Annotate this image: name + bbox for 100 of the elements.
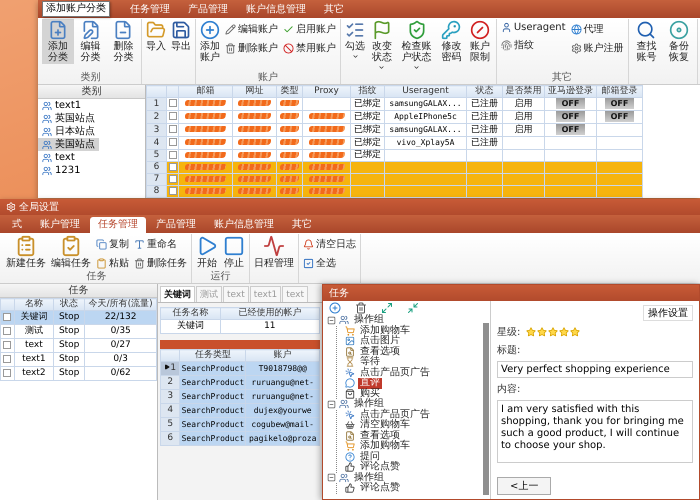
ribbon-button[interactable]: 修改密码 (437, 19, 466, 64)
tab[interactable]: 产品管理 (180, 2, 236, 18)
ribbon-button[interactable]: 禁用账户 (281, 40, 338, 56)
tree-item[interactable]: 添加购物车 (358, 326, 412, 336)
checkbox[interactable] (168, 125, 176, 134)
title-field[interactable]: Very perfect shopping experience (497, 361, 693, 378)
ribbon-button[interactable]: 启用账户 (281, 21, 338, 37)
ribbon-button[interactable]: 账户限制 (466, 19, 494, 64)
ribbon-button[interactable]: 导出 (169, 19, 194, 53)
category-item[interactable]: text1 (38, 99, 86, 112)
tree-item[interactable]: 查看选项 (358, 346, 402, 357)
tab[interactable]: 账户管理 (32, 217, 88, 233)
ribbon-button[interactable]: 代理 (568, 21, 626, 37)
toggle-switch[interactable]: OFF (556, 124, 586, 135)
tree-item[interactable]: 购买 (358, 388, 382, 399)
tree-item[interactable]: 操作组 (352, 315, 386, 326)
tree-item[interactable]: 评论点赞 (358, 462, 402, 472)
collapse-box-icon[interactable] (327, 316, 336, 325)
ribbon-button[interactable]: 停止 (221, 234, 247, 270)
collapse-box-icon[interactable] (327, 400, 336, 409)
ribbon-button[interactable]: 删除分类 (107, 19, 140, 64)
gear-icon (6, 202, 16, 212)
gear-icon (570, 42, 582, 54)
content-field[interactable]: I am very satisfied with this shopping, thank you for bringing me such a good product, I will continue to choose your shop. (497, 400, 693, 463)
checkbox[interactable] (168, 174, 176, 183)
previous-button[interactable]: <上一 (497, 477, 552, 495)
tab[interactable]: 账户信息管理 (238, 2, 314, 18)
checkbox[interactable] (168, 162, 176, 171)
category-item[interactable]: text (38, 151, 79, 164)
ribbon-button[interactable]: 添加分类 (42, 19, 74, 64)
checkbox[interactable] (3, 368, 12, 377)
ribbon-button[interactable]: 粘贴 (94, 255, 131, 271)
window-title: 全局设置 (19, 200, 59, 214)
checkbox[interactable] (3, 312, 12, 321)
tree-item[interactable]: 操作组 (352, 472, 386, 483)
ribbon-button[interactable]: 删除任务 (132, 255, 189, 271)
tree-item[interactable]: 点击图片 (358, 336, 402, 346)
ribbon-button[interactable]: 导入 (144, 19, 168, 53)
ribbon-button[interactable]: 编辑任务 (49, 234, 93, 270)
checkbox[interactable] (3, 326, 12, 335)
ribbon-button[interactable]: 删除账户 (223, 40, 280, 56)
checkbox[interactable] (3, 354, 12, 363)
collapse-icon[interactable] (407, 302, 419, 314)
category-item[interactable]: 美国站点 (38, 138, 99, 151)
users-icon (42, 100, 52, 110)
ribbon-button[interactable]: 勾选 (343, 19, 368, 61)
toggle-switch[interactable]: OFF (604, 98, 634, 109)
tree-item[interactable]: 评论点赞 (358, 483, 402, 494)
ribbon-button[interactable]: 检查账户状态 (396, 19, 436, 72)
checkbox[interactable] (168, 186, 176, 195)
tree-item[interactable]: 提问 (358, 452, 382, 462)
ribbon-button[interactable]: 新建任务 (4, 234, 48, 270)
group-label: 类别 (80, 72, 102, 84)
ribbon-button[interactable]: 账户注册 (568, 40, 626, 56)
tree-item[interactable]: 清空购物车 (358, 420, 412, 430)
category-item[interactable]: 1231 (38, 164, 84, 177)
ribbon-button[interactable]: 日程管理 (252, 234, 296, 270)
checkbox[interactable] (3, 340, 12, 349)
trash-icon[interactable] (355, 302, 367, 314)
ribbon-button[interactable]: 改变状态 (368, 19, 396, 72)
tab[interactable]: 其它 (316, 2, 352, 18)
tab[interactable]: 任务管理 (122, 2, 178, 18)
category-item[interactable]: 日本站点 (38, 125, 99, 138)
ribbon-button[interactable]: 编辑分类 (74, 19, 106, 64)
toggle-switch[interactable]: OFF (604, 111, 634, 122)
ribbon-button[interactable]: 开始 (194, 234, 220, 270)
ribbon-button[interactable]: 指纹 (498, 37, 568, 53)
tree-item[interactable]: 操作组 (352, 399, 386, 410)
collapse-box-icon[interactable] (327, 473, 336, 482)
checkbox[interactable] (168, 99, 176, 108)
expand-icon[interactable] (381, 302, 393, 314)
tab[interactable]: 式 (4, 217, 30, 233)
toggle-switch[interactable]: OFF (556, 98, 586, 109)
ribbon-button[interactable]: 编辑账户 (223, 21, 280, 37)
redaction-mark (308, 176, 344, 182)
tree-item[interactable]: 查看选项 (358, 430, 402, 441)
ribbon-button[interactable]: 清空日志 (301, 236, 358, 252)
tab[interactable]: 账户信息管理 (206, 217, 282, 233)
add-icon[interactable] (329, 302, 341, 314)
tab[interactable]: 产品管理 (148, 217, 204, 233)
ribbon-button[interactable]: 全选 (301, 255, 358, 271)
ribbon-button[interactable]: 复制 (94, 236, 131, 252)
tab[interactable]: 关键词 (160, 286, 195, 302)
ribbon-button[interactable]: 重命名 (132, 236, 189, 252)
toggle-switch[interactable]: OFF (556, 111, 586, 122)
redaction-mark (280, 176, 299, 182)
tree-item[interactable]: 等待 (358, 357, 382, 368)
tree-item[interactable]: 点击产品页广告 (358, 368, 432, 378)
category-item[interactable]: 英国站点 (38, 112, 99, 125)
tree-item[interactable]: 点击产品页广告 (358, 410, 432, 420)
tree-item[interactable]: 添加购物车 (358, 441, 412, 452)
checkbox[interactable] (168, 150, 176, 159)
ribbon-button[interactable]: 查找账号 (630, 19, 662, 64)
ribbon-button[interactable]: 备份恢复 (663, 19, 695, 64)
tab[interactable]: 任务管理 (90, 217, 146, 233)
tab[interactable]: 其它 (284, 217, 320, 233)
ribbon-button[interactable]: Useragent (498, 21, 568, 34)
ribbon-button[interactable]: 添加账户 (198, 19, 222, 64)
checkbox[interactable] (168, 112, 176, 120)
checkbox[interactable] (168, 138, 176, 146)
